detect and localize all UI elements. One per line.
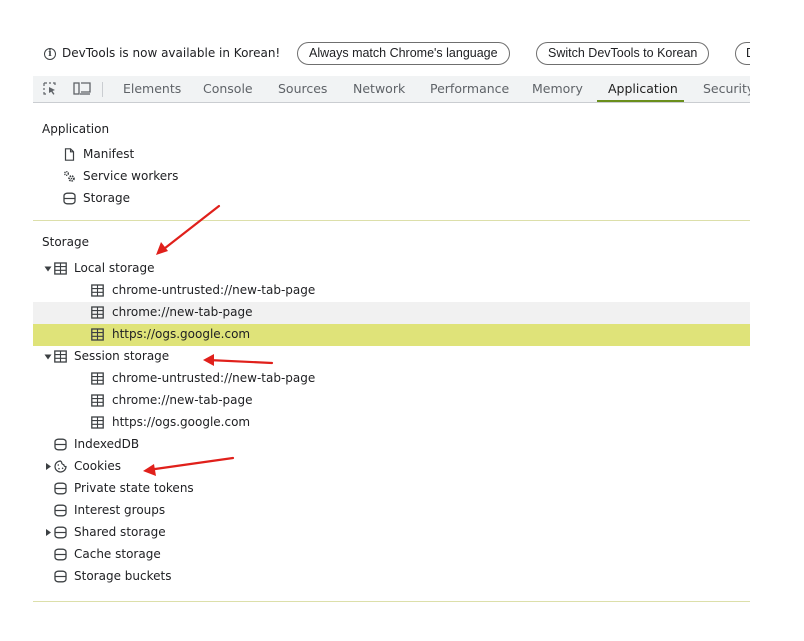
tree-item-storage-buckets[interactable]: Storage buckets [33, 566, 750, 588]
dont-show-again-button[interactable]: D [735, 42, 750, 65]
tree-item-label: Private state tokens [74, 481, 194, 495]
tree-item-cookies[interactable]: Cookies [33, 456, 750, 478]
database-icon [54, 438, 67, 451]
tree-item-local-storage-origin-selected[interactable]: https://ogs.google.com [33, 324, 750, 346]
tree-item-label: Session storage [74, 349, 170, 363]
tree-item-session-storage-origin[interactable]: https://ogs.google.com [33, 412, 750, 434]
devtools-panel: i DevTools is now available in Korean! A… [33, 33, 750, 608]
database-icon [54, 570, 67, 583]
tree-item-label: chrome-untrusted://new-tab-page [112, 371, 316, 385]
tree-item-label: Storage [83, 191, 130, 205]
table-icon [91, 372, 104, 385]
storage-section-title: Storage [42, 235, 89, 249]
tree-item-label: chrome://new-tab-page [112, 393, 253, 407]
table-icon [91, 416, 104, 429]
tree-item-cache-storage[interactable]: Cache storage [33, 544, 750, 566]
tree-item-shared-storage[interactable]: Shared storage [33, 522, 750, 544]
tree-item-storage-overview[interactable]: Storage [33, 188, 750, 210]
tree-item-indexeddb[interactable]: IndexedDB [33, 434, 750, 456]
tree-item-private-state-tokens[interactable]: Private state tokens [33, 478, 750, 500]
table-icon [54, 262, 67, 275]
tab-console[interactable]: Console [203, 76, 253, 102]
tree-item-local-storage-origin[interactable]: chrome-untrusted://new-tab-page [33, 280, 750, 302]
table-icon [91, 328, 104, 341]
tree-item-session-storage-origin[interactable]: chrome://new-tab-page [33, 390, 750, 412]
table-icon [91, 284, 104, 297]
tree-item-label: Storage buckets [74, 569, 172, 583]
always-match-language-button[interactable]: Always match Chrome's language [297, 42, 510, 65]
document-icon [64, 148, 75, 161]
database-icon [63, 192, 76, 205]
tree-item-session-storage-origin[interactable]: chrome-untrusted://new-tab-page [33, 368, 750, 390]
tab-performance[interactable]: Performance [430, 76, 509, 102]
database-icon [54, 504, 67, 517]
devtools-tab-bar: Elements Console Sources Network Perform… [33, 76, 750, 103]
collapse-triangle-icon[interactable] [44, 350, 52, 363]
tree-item-label: Shared storage [74, 525, 166, 539]
section-divider [33, 601, 750, 602]
infobar-message: DevTools is now available in Korean! [62, 46, 281, 60]
inspect-element-icon[interactable] [43, 82, 57, 95]
tab-memory[interactable]: Memory [532, 76, 583, 102]
table-icon [91, 394, 104, 407]
tree-item-label: https://ogs.google.com [112, 327, 251, 341]
database-icon [54, 548, 67, 561]
tree-item-label: Manifest [83, 147, 135, 161]
collapse-triangle-icon[interactable] [44, 262, 52, 275]
application-section-title: Application [42, 122, 110, 136]
language-infobar: i DevTools is now available in Korean! A… [33, 33, 750, 76]
tree-item-label: Cache storage [74, 547, 161, 561]
active-tab-indicator [597, 100, 684, 102]
switch-to-korean-button[interactable]: Switch DevTools to Korean [536, 42, 710, 65]
tree-item-label: chrome://new-tab-page [112, 305, 253, 319]
database-icon [54, 526, 67, 539]
gears-icon [64, 171, 75, 182]
tree-item-session-storage[interactable]: Session storage [33, 346, 750, 368]
device-toolbar-icon[interactable] [73, 82, 91, 95]
cookie-icon [54, 460, 67, 473]
expand-triangle-icon[interactable] [44, 526, 52, 539]
tab-network[interactable]: Network [353, 76, 405, 102]
tree-item-interest-groups[interactable]: Interest groups [33, 500, 750, 522]
tree-item-label: IndexedDB [74, 437, 140, 451]
database-icon [54, 482, 67, 495]
table-icon [91, 306, 104, 319]
tree-item-local-storage-origin[interactable]: chrome://new-tab-page [33, 302, 750, 324]
tree-item-label: Service workers [83, 169, 179, 183]
tree-item-label: Local storage [74, 261, 155, 275]
tree-item-manifest[interactable]: Manifest [33, 144, 750, 166]
tab-elements[interactable]: Elements [123, 76, 181, 102]
tab-security[interactable]: Security [703, 76, 750, 102]
tab-sources[interactable]: Sources [278, 76, 327, 102]
tree-item-label: Interest groups [74, 503, 166, 517]
tab-application[interactable]: Application [608, 76, 678, 102]
expand-triangle-icon[interactable] [44, 460, 52, 473]
info-icon: i [44, 48, 56, 60]
table-icon [54, 350, 67, 363]
tree-item-service-workers[interactable]: Service workers [33, 166, 750, 188]
tree-item-label: chrome-untrusted://new-tab-page [112, 283, 316, 297]
section-divider [33, 220, 750, 221]
tree-item-label: https://ogs.google.com [112, 415, 251, 429]
toolbar-separator [102, 82, 103, 97]
tree-item-label: Cookies [74, 459, 121, 473]
tree-item-local-storage[interactable]: Local storage [33, 258, 750, 280]
